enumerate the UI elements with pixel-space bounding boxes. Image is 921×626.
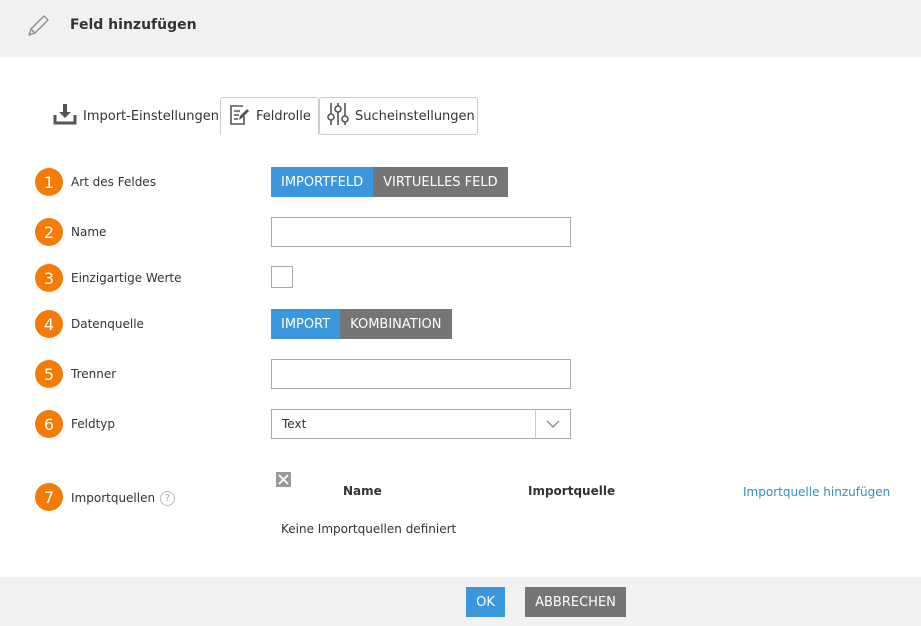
add-import-source-link[interactable]: Importquelle hinzufügen (743, 485, 890, 499)
dialog-title: Feld hinzufügen (70, 17, 197, 33)
field-type-label: Art des Feldes (71, 175, 156, 189)
column-header-import-source: Importquelle (528, 484, 616, 498)
column-header-name: Name (343, 484, 382, 498)
importfeld-option[interactable]: IMPORTFELD (271, 167, 374, 197)
ok-button[interactable]: OK (466, 587, 505, 617)
field-kind-select[interactable]: Text (271, 409, 571, 439)
sliders-icon (327, 102, 355, 130)
field-type-toggle: IMPORTFELD VIRTUELLES FELD (271, 167, 508, 197)
tab-search-settings[interactable]: Sucheinstellungen (319, 97, 478, 135)
dialog-header: Feld hinzufügen (0, 0, 921, 57)
field-kind-label: Feldtyp (71, 417, 116, 431)
name-label: Name (71, 225, 107, 239)
data-source-toggle: IMPORT KOMBINATION (271, 309, 452, 339)
import-sources-label: Importquellen (71, 491, 156, 505)
remove-all-icon[interactable] (276, 472, 291, 487)
step-badge-4: 4 (35, 310, 63, 338)
step-badge-7: 7 (35, 483, 63, 511)
help-icon[interactable]: ? (160, 491, 175, 506)
pencil-icon (25, 13, 51, 39)
chevron-down-icon[interactable] (535, 410, 570, 438)
tab-import-settings-label: Import-Einstellungen (83, 108, 219, 124)
tab-search-settings-label: Sucheinstellungen (355, 108, 475, 124)
unique-values-label: Einzigartige Werte (71, 271, 182, 285)
separator-input[interactable] (271, 359, 571, 389)
separator-label: Trenner (71, 367, 117, 381)
dialog-footer: OK ABBRECHEN (0, 577, 921, 626)
tab-field-role-label: Feldrolle (256, 109, 311, 124)
import-option[interactable]: IMPORT (271, 309, 341, 339)
step-badge-2: 2 (35, 218, 63, 246)
field-kind-value: Text (282, 417, 307, 431)
step-badge-1: 1 (35, 168, 63, 196)
data-source-label: Datenquelle (71, 317, 144, 331)
tab-field-role[interactable]: Feldrolle (220, 97, 319, 135)
name-input[interactable] (271, 217, 571, 247)
download-tray-icon (53, 103, 83, 129)
cancel-button[interactable]: ABBRECHEN (525, 587, 626, 617)
step-badge-6: 6 (35, 410, 63, 438)
step-badge-3: 3 (35, 264, 63, 292)
unique-values-checkbox[interactable] (271, 266, 293, 288)
empty-list-message: Keine Importquellen definiert (281, 522, 457, 536)
step-badge-5: 5 (35, 360, 63, 388)
edit-document-icon (228, 104, 256, 130)
combination-option[interactable]: KOMBINATION (340, 309, 452, 339)
tab-import-settings[interactable]: Import-Einstellungen (48, 97, 220, 135)
virtual-field-option[interactable]: VIRTUELLES FELD (373, 167, 508, 197)
